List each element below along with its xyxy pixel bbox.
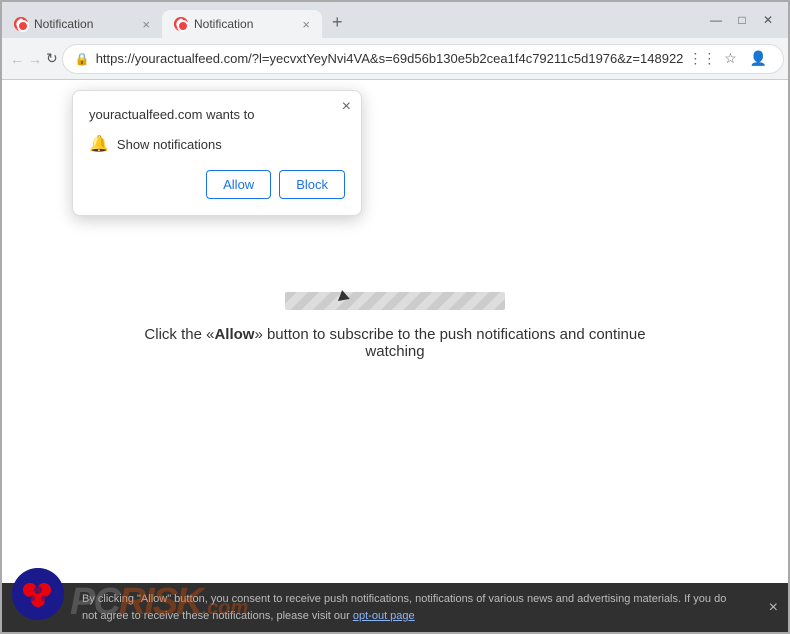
instruction-bold: Allow [214, 326, 254, 343]
tabs-area: Notification × Notification × + [2, 2, 696, 38]
bottom-bar: PCRISK.com By clicking "Allow" button, y… [2, 583, 788, 632]
notification-popup: × youractualfeed.com wants to 🔔 Show not… [72, 90, 362, 216]
tab-2[interactable]: Notification × [162, 10, 322, 38]
address-bar: ← → ↻ 🔒 https://youractualfeed.com/?l=ye… [2, 38, 788, 80]
block-button[interactable]: Block [279, 170, 345, 199]
tab-1[interactable]: Notification × [2, 10, 162, 38]
url-actions: ⋮⋮ ☆ 👤 [689, 46, 771, 72]
refresh-button[interactable]: ↻ [46, 45, 58, 73]
tab-1-favicon [14, 17, 28, 31]
loading-bar-container [285, 292, 505, 310]
maximize-button[interactable]: □ [730, 8, 754, 32]
window-controls: — □ ✕ [696, 2, 788, 38]
tab-2-close[interactable]: × [302, 18, 310, 31]
lock-icon: 🔒 [75, 52, 90, 66]
pc-risk-watermark: PCRISK.com [70, 581, 248, 624]
url-box[interactable]: 🔒 https://youractualfeed.com/?l=yecvxtYe… [62, 44, 785, 74]
loading-bar [285, 292, 505, 310]
logo-circle [12, 568, 64, 620]
title-bar: Notification × Notification × + — □ [2, 2, 788, 38]
pc-risk-logo-area [12, 568, 72, 628]
browser-window: Notification × Notification × + — □ [0, 0, 790, 634]
bottom-bar-close-button[interactable]: × [769, 599, 778, 617]
tab-1-label: Notification [34, 17, 93, 31]
tab-2-favicon [174, 17, 188, 31]
forward-button[interactable]: → [28, 45, 42, 73]
minimize-button[interactable]: — [704, 8, 728, 32]
grid-icon[interactable]: ⋮⋮ [689, 46, 715, 72]
back-button[interactable]: ← [10, 45, 24, 73]
new-tab-button[interactable]: + [322, 12, 353, 33]
tab-1-close[interactable]: × [142, 18, 150, 31]
close-button[interactable]: ✕ [756, 8, 780, 32]
notification-row: 🔔 Show notifications [89, 134, 345, 154]
popup-close-button[interactable]: × [342, 99, 351, 115]
bell-icon: 🔔 [89, 134, 109, 154]
popup-buttons: Allow Block [89, 170, 345, 199]
url-text: https://youractualfeed.com/?l=yecvxtYeyN… [96, 51, 684, 66]
tab-2-label: Notification [194, 17, 253, 31]
star-icon[interactable]: ☆ [717, 46, 743, 72]
allow-button[interactable]: Allow [206, 170, 271, 199]
profile-icon[interactable]: 👤 [745, 46, 771, 72]
page-content: × youractualfeed.com wants to 🔔 Show not… [2, 80, 788, 632]
popup-title: youractualfeed.com wants to [89, 107, 345, 122]
notification-option-text: Show notifications [117, 137, 222, 152]
page-instruction: Click the «Allow» button to subscribe to… [115, 326, 675, 360]
opt-out-link[interactable]: opt-out page [353, 610, 415, 622]
cursor-indicator [336, 289, 350, 301]
